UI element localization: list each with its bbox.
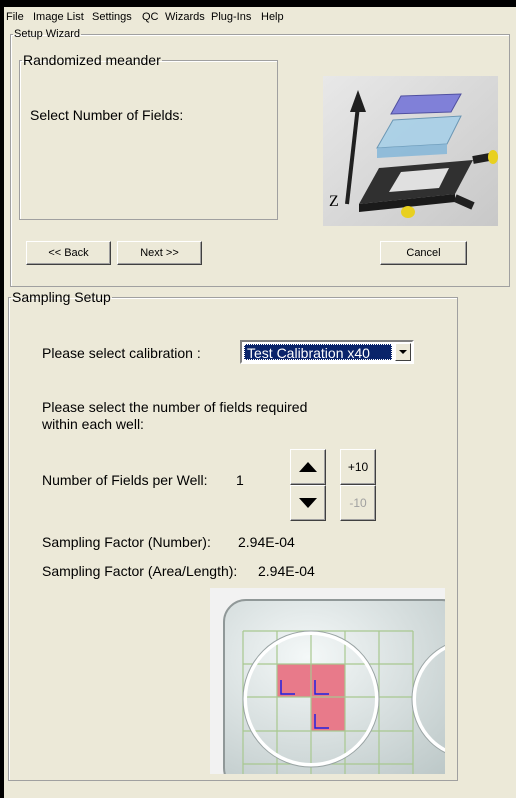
menu-bar: File Image List Settings QC Wizards Plug…	[4, 7, 516, 29]
calibration-label: Please select calibration :	[42, 345, 201, 361]
menu-plug-ins[interactable]: Plug-Ins	[211, 11, 251, 23]
sampling-factor-area-value: 2.94E-04	[258, 563, 315, 579]
menu-qc[interactable]: QC	[142, 11, 159, 23]
menu-settings[interactable]: Settings	[92, 11, 132, 23]
well-grid-sampling-icon	[210, 588, 445, 774]
select-fields-instruction: Select Number of Fields:	[30, 107, 184, 123]
back-button[interactable]: << Back	[26, 241, 111, 265]
cancel-button[interactable]: Cancel	[380, 241, 467, 265]
menu-help[interactable]: Help	[261, 11, 284, 23]
fields-per-well-value: 1	[236, 472, 244, 488]
sampling-setup-legend: Sampling Setup	[12, 289, 111, 305]
sampling-factor-number-label: Sampling Factor (Number):	[42, 534, 211, 550]
menu-wizards[interactable]: Wizards	[165, 11, 205, 23]
next-button[interactable]: Next >>	[117, 241, 202, 265]
arrow-down-icon	[299, 498, 317, 508]
fields-prompt-line1: Please select the number of fields requi…	[42, 399, 308, 415]
dropdown-arrow-icon[interactable]	[395, 343, 411, 361]
wizard-window: File Image List Settings QC Wizards Plug…	[4, 7, 516, 798]
microscope-stage-z-axis-icon: Z	[323, 76, 498, 226]
sampling-factor-number-value: 2.94E-04	[238, 534, 295, 550]
calibration-select[interactable]: Test Calibration x40	[240, 340, 414, 364]
svg-text:Z: Z	[329, 193, 339, 210]
fields-prompt-line2: within each well:	[42, 416, 144, 432]
decrease-fields-button[interactable]	[290, 485, 326, 521]
increase-fields-button[interactable]	[290, 449, 326, 485]
calibration-select-value: Test Calibration x40	[244, 344, 392, 361]
arrow-up-icon	[299, 462, 317, 472]
menu-file[interactable]: File	[6, 11, 24, 23]
menu-image-list[interactable]: Image List	[33, 11, 84, 23]
plus-ten-button[interactable]: +10	[340, 449, 376, 485]
randomized-meander-legend: Randomized meander	[23, 52, 161, 68]
setup-wizard-legend: Setup Wizard	[14, 28, 81, 40]
randomized-meander-group: Randomized meander	[19, 52, 278, 220]
fields-per-well-label: Number of Fields per Well:	[42, 472, 208, 488]
minus-ten-button[interactable]: -10	[340, 485, 376, 521]
sampling-factor-area-label: Sampling Factor (Area/Length):	[42, 563, 238, 579]
